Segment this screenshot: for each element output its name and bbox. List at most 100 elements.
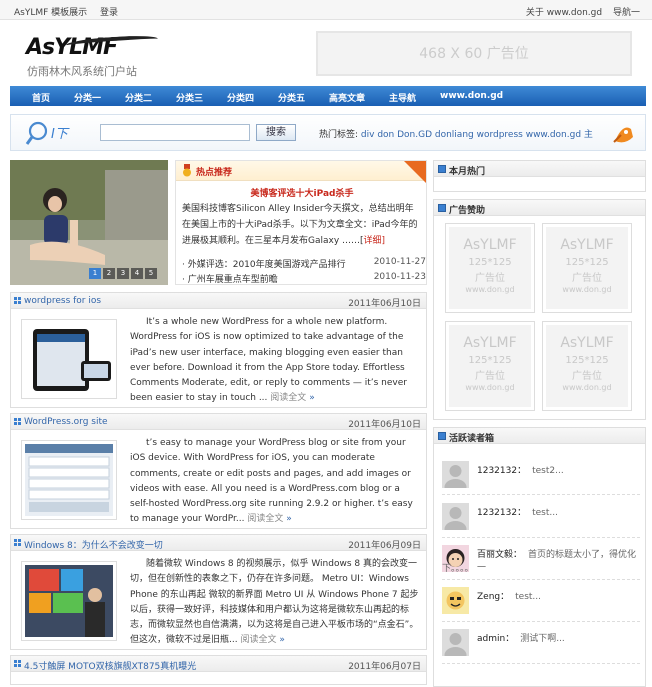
reader-item[interactable]: 1232132： test2...: [442, 461, 642, 501]
topbar-link-nav1[interactable]: 导航一: [613, 8, 640, 18]
reader-comment[interactable]: test2...: [532, 466, 564, 476]
hot-list-item[interactable]: · 外媒评选：2010年度美国游戏产品排行 2010-11-27: [182, 257, 426, 272]
magnifier-icon: I下: [25, 121, 70, 145]
post-title[interactable]: wordpress for ios: [24, 296, 101, 306]
box-header: 本月热门: [434, 161, 645, 177]
ad-slot-label: 广告位: [475, 273, 505, 284]
post-thumbnail[interactable]: [21, 319, 117, 399]
post-title[interactable]: Windows 8：为什么不会改变一切: [24, 538, 163, 551]
topbar-link-login[interactable]: 登录: [100, 8, 118, 18]
site-logo[interactable]: AsYLMF: [26, 33, 159, 65]
slider-pager: 12345: [89, 268, 159, 279]
hot-list-date: 2010-11-23: [373, 272, 426, 282]
divider: [442, 621, 640, 622]
reader-name[interactable]: admin：: [477, 634, 514, 644]
reader-comment[interactable]: test...: [515, 592, 541, 602]
divider: [442, 494, 640, 495]
ad-slot-name: AsYLMF: [463, 335, 517, 351]
post-date: 2011年06月10日: [348, 299, 421, 309]
hot-more-link[interactable]: 详细: [364, 236, 382, 246]
hot-list-item[interactable]: · 广州车展重点车型前瞻 2010-11-23: [182, 272, 426, 287]
slider-page[interactable]: 2: [103, 268, 115, 279]
ad-slot-125[interactable]: AsYLMF 125*125 广告位 www.don.gd: [542, 223, 632, 313]
search-button[interactable]: 搜索: [256, 124, 296, 141]
hot-recommend-box: 热点推荐 美博客评选十大iPad杀手 美国科技博客Silicon Alley I…: [175, 160, 427, 285]
divider: [442, 579, 640, 580]
nav-item-cat1[interactable]: 分类一: [74, 91, 101, 104]
nav-item-home[interactable]: 首页: [32, 91, 50, 104]
main-nav: 首页 分类一 分类二 分类三 分类四 分类五 高亮文章 主导航 www.don.…: [10, 86, 646, 106]
medal-icon: [183, 164, 191, 177]
box-bullet-icon: [438, 165, 446, 173]
site-tagline: 仿雨林木风系统门户站: [27, 65, 137, 78]
hot-tags-list[interactable]: div don Don.GD donliang wordpress www.do…: [361, 130, 593, 140]
ad-slot-url: www.don.gd: [465, 383, 515, 392]
ad-slot-125[interactable]: AsYLMF 125*125 广告位 www.don.gd: [445, 321, 535, 411]
nav-item-site[interactable]: www.don.gd: [440, 91, 503, 101]
nav-item-cat2[interactable]: 分类二: [125, 91, 152, 104]
nav-item-featured[interactable]: 高亮文章: [329, 91, 365, 104]
ad-slot-125[interactable]: AsYLMF 125*125 广告位 www.don.gd: [445, 223, 535, 313]
box-header: 活跃读者箱: [434, 428, 645, 444]
post-title[interactable]: WordPress.org site: [24, 417, 108, 427]
reader-name[interactable]: 1232132：: [477, 466, 526, 476]
post-card: 4.5寸触屏 MOTO双核旗舰XT875真机曝光 2011年06月07日: [10, 655, 427, 685]
nav-item-cat5[interactable]: 分类五: [278, 91, 305, 104]
reader-comment[interactable]: test...: [532, 508, 558, 518]
search-bar: I下 搜索 热门标签: div don Don.GD donliang word…: [10, 114, 646, 151]
nav-item-mainnav[interactable]: 主导航: [389, 91, 416, 104]
divider: [442, 663, 640, 664]
ad-slot-label: 广告位: [475, 371, 505, 382]
post-excerpt: 随着微软 Windows 8 的视频展示，似乎 Windows 8 真的会改变一…: [130, 557, 420, 649]
ad-slot-url: www.don.gd: [562, 285, 612, 294]
grid-bullet-icon: [14, 418, 21, 425]
post-card: WordPress.org site 2011年06月10日 t’s easy …: [10, 413, 427, 529]
ad-slot-label: 广告位: [572, 273, 602, 284]
slider-page[interactable]: 5: [145, 268, 157, 279]
ad-slot-125[interactable]: AsYLMF 125*125 广告位 www.don.gd: [542, 321, 632, 411]
post-header: WordPress.org site 2011年06月10日: [11, 414, 426, 430]
topbar-link-about[interactable]: 关于 www.don.gd: [526, 8, 602, 18]
ad-slot-name: AsYLMF: [560, 335, 614, 351]
ad-slot-size: 125*125: [565, 257, 609, 268]
ad-slot-url: www.don.gd: [465, 285, 515, 294]
featured-slider[interactable]: 12345: [10, 160, 168, 285]
slider-page[interactable]: 3: [117, 268, 129, 279]
topbar-link-demo[interactable]: AsYLMF 模板展示: [14, 8, 87, 18]
reader-comment[interactable]: 测试下啊...: [520, 634, 565, 644]
hot-article-title[interactable]: 美博客评选十大iPad杀手: [176, 186, 428, 199]
avatar: [442, 587, 469, 614]
nav-item-cat3[interactable]: 分类三: [176, 91, 203, 104]
hot-list-title[interactable]: · 外媒评选：2010年度美国游戏产品排行: [182, 260, 346, 270]
slider-page[interactable]: 4: [131, 268, 143, 279]
post-thumbnail[interactable]: [21, 561, 117, 641]
ad-slot-name: AsYLMF: [463, 237, 517, 253]
avatar: [442, 461, 469, 488]
presenter-photo: [25, 565, 113, 637]
post-card: wordpress for ios 2011年06月10日 It’s a who…: [10, 292, 427, 408]
post-thumbnail[interactable]: [21, 440, 117, 520]
reader-name[interactable]: Zeng：: [477, 592, 509, 602]
reader-name[interactable]: 1232132：: [477, 508, 526, 518]
ad-slot-url: www.don.gd: [562, 383, 612, 392]
read-more-link[interactable]: 阅读全文 »: [270, 393, 314, 403]
hot-list-title[interactable]: · 广州车展重点车型前瞻: [182, 275, 278, 285]
search-input[interactable]: [100, 124, 250, 141]
slider-page[interactable]: 1: [89, 268, 101, 279]
divider: [442, 537, 640, 538]
post-header: 4.5寸触屏 MOTO双核旗舰XT875真机曝光 2011年06月07日: [11, 656, 426, 672]
hot-list: · 外媒评选：2010年度美国游戏产品排行 2010-11-27 · 广州车展重…: [182, 257, 426, 287]
reader-name[interactable]: 百丽文毅：: [477, 550, 522, 560]
banner-ad[interactable]: 468 X 60 广告位: [316, 31, 632, 76]
read-more-link[interactable]: 阅读全文 »: [240, 635, 284, 645]
ad-slot-name: AsYLMF: [560, 237, 614, 253]
post-title[interactable]: 4.5寸触屏 MOTO双核旗舰XT875真机曝光: [24, 659, 196, 672]
grid-bullet-icon: [14, 660, 21, 667]
nav-item-cat4[interactable]: 分类四: [227, 91, 254, 104]
svg-text:I下: I下: [51, 127, 70, 142]
box-header: 广告赞助: [434, 200, 645, 216]
post-excerpt: It’s a whole new WordPress for a whole n…: [130, 315, 420, 407]
reader-comment-cont: 下。。。。: [442, 564, 474, 574]
read-more-link[interactable]: 阅读全文 »: [247, 514, 291, 524]
ad-slot-size: 125*125: [468, 257, 512, 268]
